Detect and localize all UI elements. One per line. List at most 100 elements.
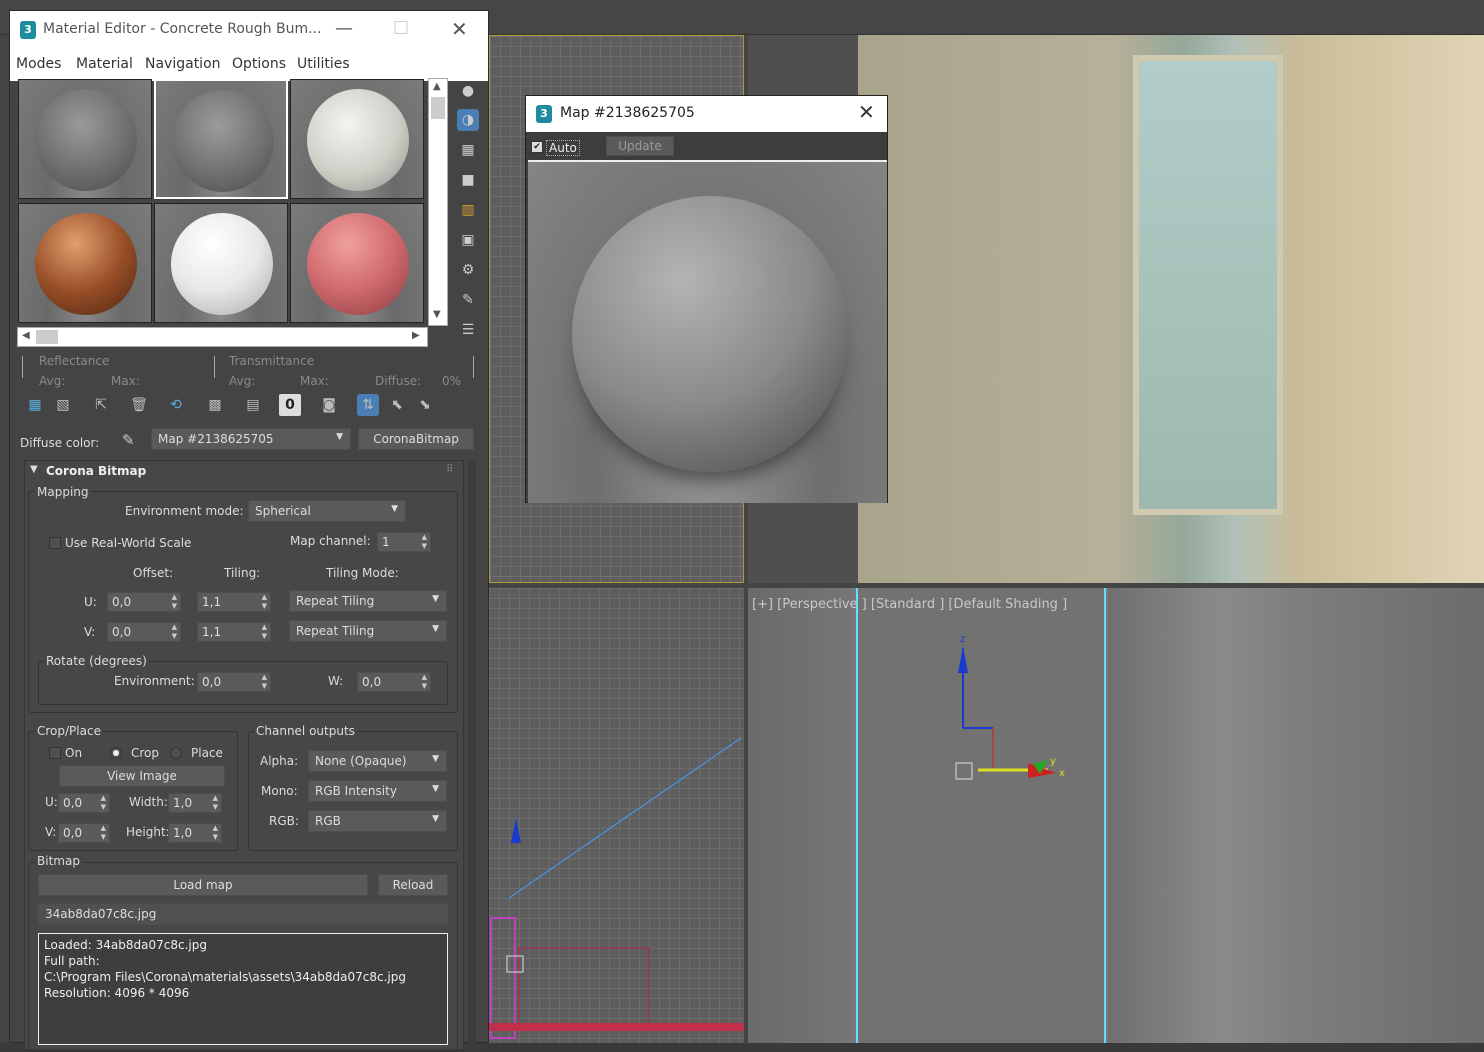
env-mode-dropdown[interactable]: Spherical ▼ [248, 500, 406, 522]
u-tiling-spinner[interactable]: 1,1 ▲ ▼ [197, 592, 271, 612]
sample-uv-tiling-icon[interactable]: ■ [457, 169, 479, 191]
select-by-material-icon[interactable]: ✎ [457, 289, 479, 311]
alpha-dropdown[interactable]: None (Opaque) ▼ [308, 750, 447, 772]
map-window-titlebar[interactable]: 3 Map #2138625705 ✕ [526, 96, 887, 132]
sample-slot-4[interactable] [18, 203, 152, 323]
crop-radio[interactable] [110, 747, 122, 759]
put-to-library-icon[interactable]: ▩ [204, 394, 226, 416]
put-material-to-scene-icon[interactable]: ▧ [52, 394, 74, 416]
scroll-left-arrow[interactable]: ◀ [22, 330, 30, 341]
reflectance-avg-label: Avg: [39, 374, 66, 388]
minimize-button[interactable]: — [335, 19, 353, 39]
map-channel-spinner[interactable]: 1 ▲ ▼ [377, 532, 431, 552]
channel-outputs-label: Channel outputs [254, 724, 357, 738]
view-image-button[interactable]: View Image [59, 765, 225, 787]
eyedropper-icon[interactable]: ✎ [122, 431, 135, 449]
transform-gizmo[interactable]: z y x [948, 628, 1078, 788]
reload-button[interactable]: Reload [378, 874, 448, 896]
scroll-right-arrow[interactable]: ▶ [412, 330, 420, 341]
video-color-check-icon[interactable]: ▥ [457, 199, 479, 221]
show-end-result-icon[interactable]: ⇅ [357, 394, 379, 416]
auto-checkbox[interactable]: ✔ [531, 141, 543, 153]
rollout-scrollbar[interactable] [468, 460, 476, 1050]
v-offset-spinner[interactable]: 0,0 ▲ ▼ [107, 622, 181, 642]
options-icon[interactable]: ⚙ [457, 259, 479, 281]
sample-type-icon[interactable]: ● [457, 80, 479, 102]
real-world-scale-checkbox[interactable] [49, 537, 61, 549]
rgb-dropdown[interactable]: RGB ▼ [308, 810, 447, 832]
load-map-button[interactable]: Load map [38, 874, 368, 896]
slots-vertical-scrollbar[interactable]: ▲ ▼ [428, 78, 448, 326]
make-preview-icon[interactable]: ▣ [457, 229, 479, 251]
menu-material[interactable]: Material [76, 56, 133, 72]
v-tiling-spinner[interactable]: 1,1 ▲ ▼ [197, 622, 271, 642]
menu-navigation[interactable]: Navigation [145, 56, 221, 72]
go-forward-to-sibling-icon[interactable]: ⬊ [414, 394, 436, 416]
material-map-navigator-icon[interactable]: ☰ [457, 319, 479, 341]
render-window-frame [1133, 55, 1283, 515]
rollout-collapse-icon[interactable]: ▼ [30, 464, 38, 475]
map-type-button[interactable]: CoronaBitmap [358, 428, 474, 450]
sample-slot-5[interactable] [154, 203, 288, 323]
assign-material-icon[interactable]: ⇱ [90, 394, 112, 416]
crop-on-checkbox[interactable] [49, 747, 61, 759]
reset-map-icon[interactable]: 🗑 [128, 394, 150, 416]
scroll-thumb[interactable] [431, 97, 445, 119]
bottom-left-viewport[interactable] [489, 588, 744, 1043]
viewport-label[interactable]: [+] [Perspective ] [Standard ] [Default … [752, 597, 1067, 612]
scroll-thumb-h[interactable] [36, 330, 58, 344]
crop-height-spinner[interactable]: 1,0 ▲ ▼ [168, 823, 222, 843]
sample-slot-6[interactable] [290, 203, 424, 323]
material-id-zero-icon[interactable]: 0 [279, 394, 301, 416]
menu-utilities[interactable]: Utilities [297, 56, 350, 72]
map-close-button[interactable]: ✕ [858, 102, 875, 122]
menu-bar: Modes Material Navigation Options Utilit… [10, 49, 488, 81]
crop-width-spinner[interactable]: 1,0 ▲ ▼ [168, 793, 222, 813]
make-unique-icon[interactable]: ⟲ [165, 394, 187, 416]
scroll-down-arrow[interactable]: ▼ [433, 309, 441, 320]
sample-slot-1[interactable] [18, 79, 152, 199]
mono-dropdown[interactable]: RGB Intensity ▼ [308, 780, 447, 802]
v-label: V: [84, 625, 96, 639]
transmittance-label: Transmittance [229, 354, 315, 368]
menu-options[interactable]: Options [232, 56, 286, 72]
crop-v-spinner[interactable]: 0,0 ▲ ▼ [58, 823, 110, 843]
u-tiling-mode-dropdown[interactable]: Repeat Tiling ▼ [289, 590, 447, 612]
u-offset-value: 0,0 [112, 595, 132, 609]
material-id-channel-icon[interactable]: ▤ [242, 394, 264, 416]
scroll-up-arrow[interactable]: ▲ [433, 81, 441, 92]
show-shaded-material-icon[interactable]: ◙ [318, 394, 340, 416]
sample-slot-2-selected[interactable] [154, 79, 288, 199]
crop-u-spinner[interactable]: 0,0 ▲ ▼ [58, 793, 110, 813]
backlight-icon[interactable]: ◑ [457, 109, 479, 131]
sample-slot-3[interactable] [290, 79, 424, 199]
sphere-preview [307, 213, 409, 315]
background-checker-icon[interactable]: ▦ [457, 139, 479, 161]
close-button[interactable]: ✕ [451, 19, 468, 39]
v-tiling-mode-dropdown[interactable]: Repeat Tiling ▼ [289, 620, 447, 642]
bitmap-filename-field[interactable]: 34ab8da07c8c.jpg [38, 903, 448, 925]
rotate-w-spinner[interactable]: 0,0 ▲ ▼ [357, 672, 431, 692]
v-tiling-value: 1,1 [202, 625, 222, 639]
map-name-combo[interactable]: Map #2138625705 ▼ [151, 428, 351, 450]
map-preview-image [528, 160, 887, 503]
rollout-title[interactable]: Corona Bitmap [46, 464, 146, 478]
material-editor-titlebar[interactable]: 3 Material Editor - Concrete Rough Bum..… [10, 11, 488, 49]
perspective-viewport[interactable]: z y x [748, 588, 1484, 1043]
rotate-env-spinner[interactable]: 0,0 ▲ ▼ [197, 672, 271, 692]
transmittance-diffuse-label: Diffuse: [375, 374, 422, 388]
v-tiling-mode-value: Repeat Tiling [296, 624, 375, 638]
menu-modes[interactable]: Modes [16, 56, 61, 72]
maximize-button[interactable]: ☐ [393, 19, 409, 39]
u-offset-spinner[interactable]: 0,0 ▲ ▼ [107, 592, 181, 612]
transmittance-max-label: Max: [300, 374, 329, 388]
sphere-preview [35, 213, 137, 315]
slots-horizontal-scrollbar[interactable]: ◀ ▶ [17, 327, 428, 347]
place-radio[interactable] [170, 747, 182, 759]
bitmap-info-fullpath: C:\Program Files\Corona\materials\assets… [44, 970, 406, 984]
update-button[interactable]: Update [606, 136, 674, 156]
go-to-parent-icon[interactable]: ⬉ [386, 394, 408, 416]
get-material-icon[interactable]: ▦ [24, 394, 46, 416]
crop-u-value: 0,0 [63, 796, 83, 810]
app-icon: 3 [20, 21, 36, 39]
